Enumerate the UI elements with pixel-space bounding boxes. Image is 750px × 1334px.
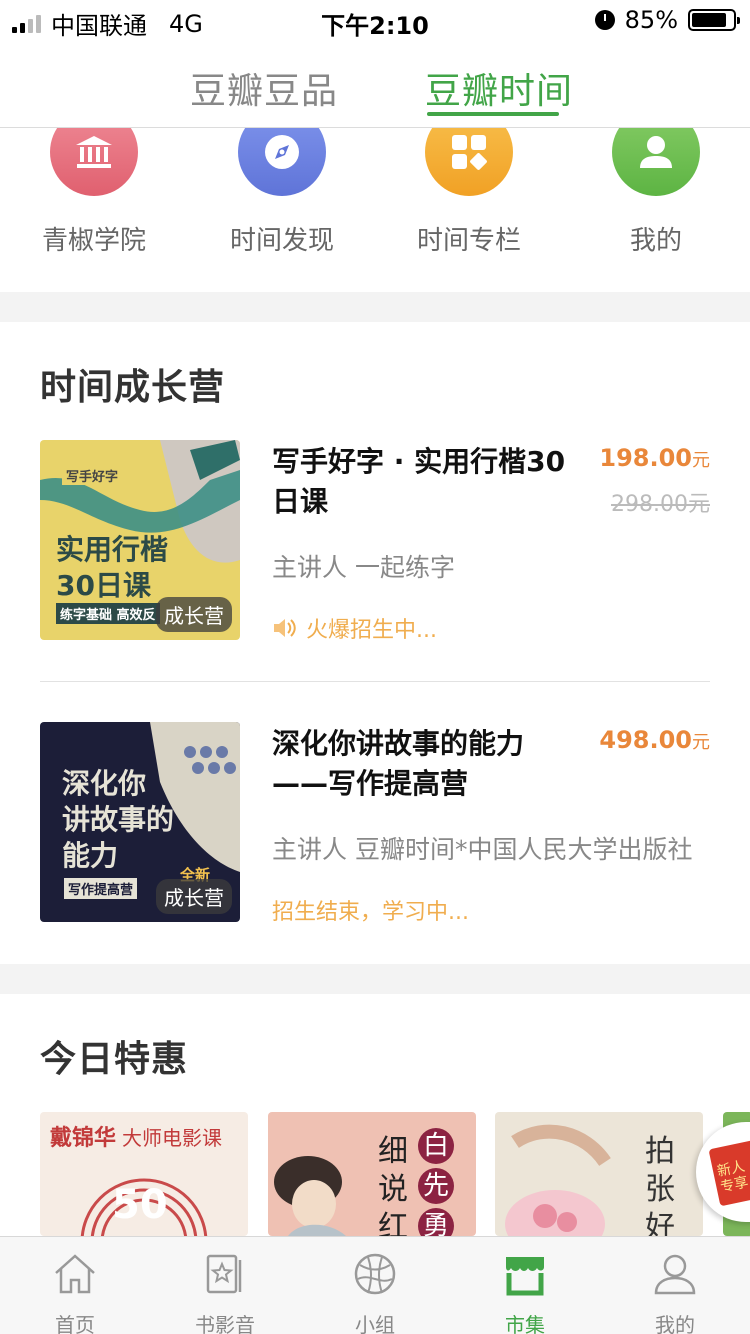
- section-title-growth-camp: 时间成长营: [40, 367, 226, 408]
- home-icon: [55, 1254, 95, 1294]
- deal-text: 大师电影课: [122, 1126, 222, 1150]
- section-separator: [0, 292, 750, 322]
- top-tab-bar: 豆瓣豆品 豆瓣时间: [0, 40, 750, 128]
- profile-icon: [654, 1254, 696, 1295]
- course-title: 写手好字 · 实用行楷30日课: [272, 445, 566, 518]
- cover-line: 讲故事的: [62, 803, 175, 836]
- cover-line: 能力: [62, 839, 119, 872]
- compass-icon: [238, 128, 326, 196]
- course-tag: 成长营: [156, 879, 232, 914]
- cover-line: 深化你: [62, 767, 147, 800]
- deal-text: 白: [418, 1128, 454, 1164]
- deal-text: 50: [112, 1182, 168, 1228]
- deal-card[interactable]: 戴锦华 大师电影课 50: [40, 1112, 248, 1236]
- battery-icon: [688, 9, 740, 31]
- tab-label: 小组: [355, 1313, 395, 1334]
- section-separator: [0, 964, 750, 994]
- tab-market[interactable]: 市集: [450, 1237, 600, 1334]
- cover-line: 写手好字: [62, 466, 123, 485]
- course-lecturer: 主讲人 一起练字: [272, 553, 455, 582]
- quick-nav-label: 时间专栏: [416, 226, 521, 256]
- group-icon: [354, 1253, 396, 1295]
- tab-douban-time[interactable]: 豆瓣时间: [425, 62, 573, 114]
- alarm-icon: [594, 10, 615, 30]
- course-status: 火爆招生中...: [272, 612, 437, 644]
- course-price: 498.00元: [599, 726, 710, 754]
- grid-icon: [425, 128, 513, 196]
- deal-card[interactable]: 细 说 红 白 先 勇: [268, 1112, 476, 1236]
- cover-line: 练字基础 高效反: [56, 603, 160, 624]
- divider: [40, 681, 710, 682]
- course-original-price: 298.00元: [611, 492, 710, 517]
- tab-label: 市集: [505, 1313, 545, 1334]
- tab-profile[interactable]: 我的: [600, 1237, 750, 1334]
- deal-text: 先: [418, 1168, 454, 1204]
- tab-groups[interactable]: 小组: [300, 1237, 450, 1334]
- bottom-tab-bar: 首页 书影音 小组 市集 我的: [0, 1236, 750, 1334]
- cover-line: 实用行楷: [56, 533, 169, 566]
- quick-nav-label: 我的: [629, 226, 682, 256]
- course-title: 深化你讲故事的能力——写作提高营: [272, 727, 525, 800]
- red-envelope-icon: 新人 专享: [708, 1139, 750, 1207]
- market-icon: [506, 1257, 544, 1296]
- tab-label: 我的: [655, 1313, 695, 1334]
- deal-card[interactable]: 拍 张 好: [495, 1112, 703, 1236]
- course-tag: 成长营: [156, 597, 232, 632]
- tab-label: 首页: [55, 1313, 95, 1334]
- quick-nav-label: 青椒学院: [41, 226, 146, 256]
- tab-douban-products[interactable]: 豆瓣豆品: [190, 62, 338, 114]
- active-tab-indicator: [427, 112, 559, 116]
- deal-text: 勇: [418, 1208, 454, 1236]
- cover-line: 30日课: [56, 569, 151, 602]
- quick-nav: 青椒学院 时间发现 时间专栏 我的: [0, 128, 750, 292]
- course-lecturer: 主讲人 豆瓣时间*中国人民大学出版社: [272, 835, 693, 864]
- deal-text: 好: [645, 1210, 675, 1236]
- course-price: 198.00元: [599, 444, 710, 472]
- speaker-icon: [274, 619, 296, 637]
- quick-nav-label: 时间发现: [229, 226, 334, 256]
- course-cover: 写手好字 实用行楷 30日课 练字基础 高效反 成长营: [40, 440, 240, 640]
- deal-text: 红: [378, 1210, 408, 1236]
- cover-line: 写作提高营: [64, 878, 138, 899]
- tab-home[interactable]: 首页: [0, 1237, 150, 1334]
- course-card-handwriting[interactable]: 写手好字 实用行楷 30日课 练字基础 高效反 成长营 写手好字 · 实用行楷3…: [40, 440, 710, 643]
- course-status: 招生结束，学习中...: [272, 900, 469, 925]
- book-movie-icon: [206, 1254, 242, 1294]
- deals-carousel[interactable]: 戴锦华 大师电影课 50 细 说 红 白 先 勇 拍 张 好: [40, 1112, 750, 1236]
- deal-text: 戴锦华: [50, 1126, 117, 1151]
- tab-label: 书影音: [195, 1313, 255, 1334]
- user-icon: [612, 128, 700, 196]
- course-card-storytelling[interactable]: 深化你 讲故事的 能力 写作提高营 全新 成长营 深化你讲故事的能力——写作提高…: [40, 722, 710, 925]
- section-title-daily-deals: 今日特惠: [40, 1039, 189, 1080]
- battery-percent: 85%: [624, 6, 678, 34]
- tab-books-movies[interactable]: 书影音: [150, 1237, 300, 1334]
- institution-icon: [50, 128, 138, 196]
- status-bar: 中国联通 4G 下午2:10 85%: [0, 0, 750, 40]
- course-cover: 深化你 讲故事的 能力 写作提高营 全新 成长营: [40, 722, 240, 922]
